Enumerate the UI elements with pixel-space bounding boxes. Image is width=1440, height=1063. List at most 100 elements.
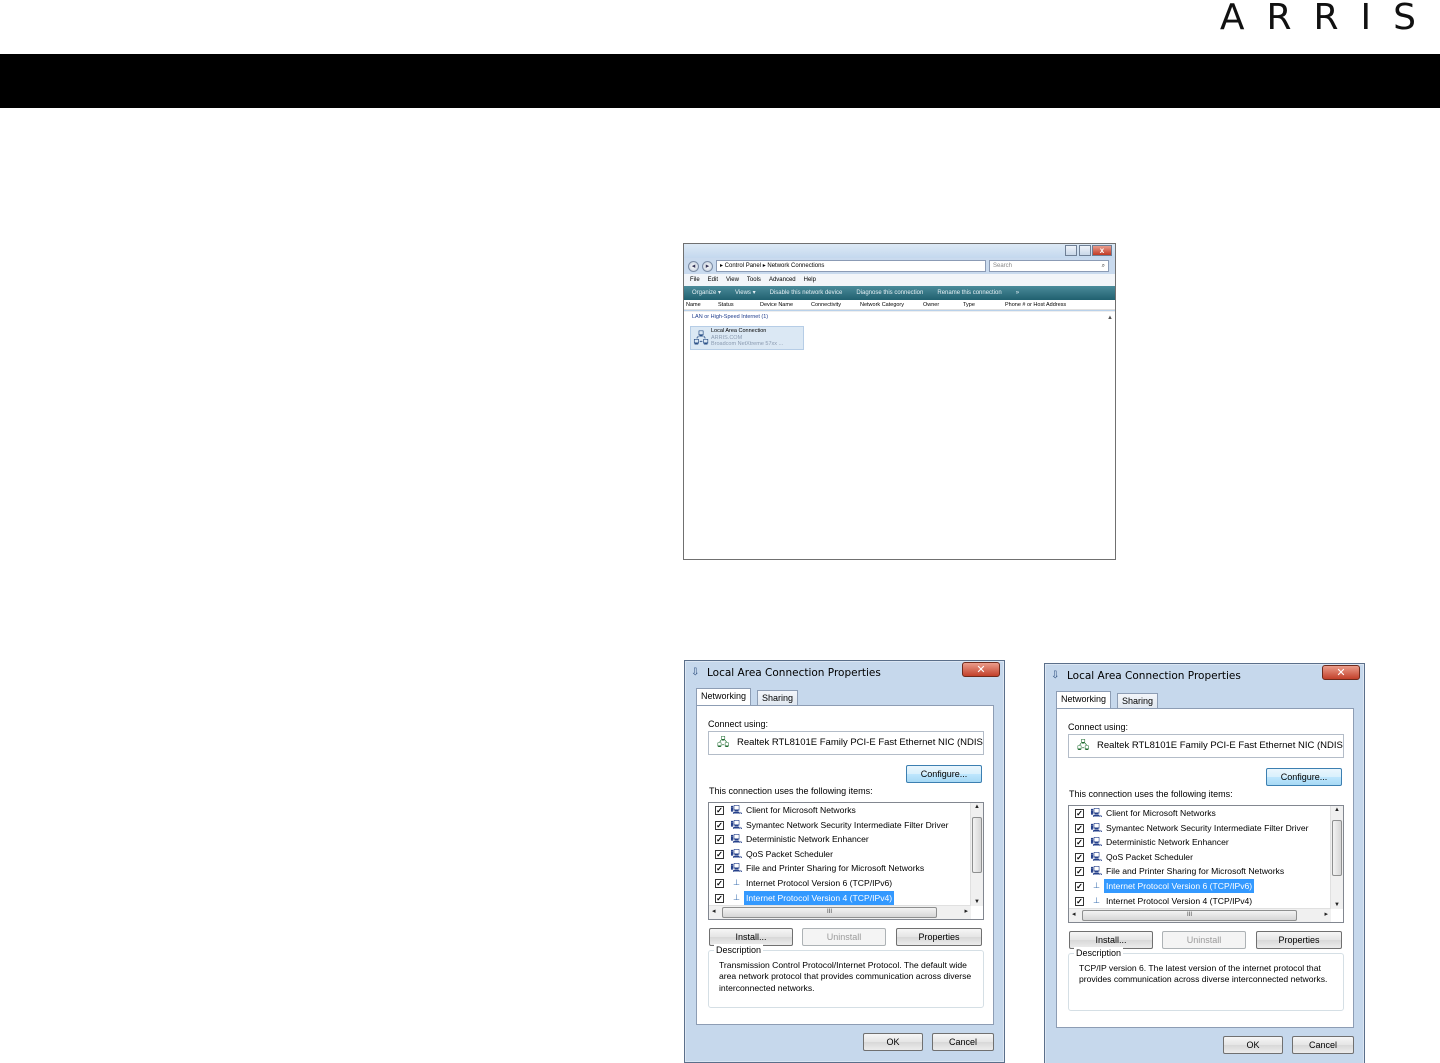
scroll-down-icon[interactable]: ▼ [1331,902,1343,908]
search-icon: ⌕ [1101,263,1105,269]
list-item[interactable]: ✓ 🖳 QoS Packet Scheduler [709,847,971,862]
properties-button[interactable]: Properties [1256,931,1342,949]
checkbox[interactable]: ✓ [715,893,724,903]
vertical-scrollbar[interactable]: ▲ ▼ [970,803,983,906]
scroll-left-icon[interactable]: ◂ [1072,910,1076,918]
close-button[interactable]: x [1092,245,1112,256]
checkbox[interactable]: ✓ [1075,882,1084,891]
checkbox[interactable]: ✓ [1075,867,1084,877]
menu-tools[interactable]: Tools [747,274,761,286]
scroll-up-icon[interactable]: ▲ [1331,807,1343,813]
back-icon[interactable]: ◂ [688,260,699,272]
networking-panel: Connect using: 🖧 Realtek RTL8101E Family… [1056,708,1354,1028]
cancel-button[interactable]: Cancel [932,1033,994,1051]
col-type[interactable]: Type [963,300,1005,309]
scroll-up-icon[interactable]: ▲ [971,804,983,810]
col-device-name[interactable]: Device Name [760,300,811,309]
scroll-thumb[interactable] [1332,820,1342,876]
scroll-right-icon[interactable]: ▸ [964,907,968,915]
rename-button[interactable]: Rename this connection [937,286,1001,300]
menu-file[interactable]: File [690,274,700,286]
checkbox[interactable]: ✓ [1075,896,1084,906]
cancel-button[interactable]: Cancel [1292,1036,1354,1054]
checkbox[interactable]: ✓ [715,820,724,830]
forward-icon[interactable]: ▸ [702,260,713,272]
list-item[interactable]: ✓ 🖳 File and Printer Sharing for Microsoft… [709,861,971,876]
checkbox[interactable]: ✓ [1075,838,1084,848]
col-phone-host[interactable]: Phone # or Host Address [1005,300,1095,309]
item-label: Internet Protocol Version 6 (TCP/IPv6) [1104,879,1255,893]
col-name[interactable]: Name [686,300,718,309]
network-service-icon: 🖳 [730,834,743,845]
checkbox[interactable]: ✓ [715,835,724,845]
local-area-connection-item[interactable]: 🖧 Local Area Connection ARRIS.COM Broadc… [690,326,804,350]
checkbox[interactable]: ✓ [715,879,724,888]
description-text: Transmission Control Protocol/Internet P… [719,960,972,993]
uninstall-button[interactable]: Uninstall [1162,931,1246,949]
tab-networking[interactable]: Networking [696,688,752,705]
col-connectivity[interactable]: Connectivity [811,300,860,309]
list-item[interactable]: ✓ 🖳 Symantec Network Security Intermediate… [709,818,971,833]
list-item[interactable]: ✓ ⊥ Internet Protocol Version 4 (TCP/IPv4) [1069,894,1331,909]
list-item[interactable]: ✓ ⊥ Internet Protocol Version 6 (TCP/IPv6) [709,876,971,891]
maximize-button[interactable] [1079,245,1091,256]
disable-device-button[interactable]: Disable this network device [770,286,843,300]
checkbox[interactable]: ✓ [1075,809,1084,818]
scroll-thumb[interactable]: III [1082,910,1297,921]
list-item-selected[interactable]: ✓ ⊥ Internet Protocol Version 4 (TCP/IPv4) [709,890,971,906]
uninstall-button[interactable]: Uninstall [802,928,886,946]
checkbox[interactable]: ✓ [715,864,724,874]
scroll-thumb[interactable] [972,817,982,873]
close-icon[interactable]: ✕ [962,662,1000,677]
views-button[interactable]: Views ▾ [735,286,756,300]
diagnose-button[interactable]: Diagnose this connection [856,286,923,300]
checkbox[interactable]: ✓ [1075,852,1084,862]
vertical-scrollbar[interactable]: ▲ ▼ [1330,806,1343,909]
list-item-selected[interactable]: ✓ ⊥ Internet Protocol Version 6 (TCP/IPv6) [1069,879,1331,894]
network-connection-icon: ⇩ [691,667,700,678]
item-label: Internet Protocol Version 4 (TCP/IPv4) [744,890,895,905]
description-label: Description [714,944,764,956]
list-item[interactable]: ✓ 🖳 Deterministic Network Enhancer [709,832,971,847]
minimize-button[interactable] [1065,245,1077,256]
list-item[interactable]: ✓ 🖳 Client for Microsoft Networks [1069,806,1331,821]
menu-view[interactable]: View [726,274,739,286]
network-connections-window: x ◂ ▸ ▸ Control Panel ▸ Network Connecti… [683,243,1116,560]
list-item[interactable]: ✓ 🖳 QoS Packet Scheduler [1069,850,1331,865]
col-owner[interactable]: Owner [923,300,963,309]
checkbox[interactable]: ✓ [715,806,724,815]
scroll-left-icon[interactable]: ◂ [712,907,716,915]
more-commands-button[interactable]: » [1016,286,1019,300]
col-status[interactable]: Status [718,300,760,309]
ok-button[interactable]: OK [863,1033,923,1051]
ok-button[interactable]: OK [1223,1036,1283,1054]
item-label: Symantec Network Security Intermediate F… [746,819,949,830]
menu-advanced[interactable]: Advanced [769,274,796,286]
checkbox[interactable]: ✓ [715,849,724,859]
items-list[interactable]: ✓ 🖳 Client for Microsoft Networks ✓ 🖳 Symant… [708,802,984,920]
col-network-category[interactable]: Network Category [860,300,923,309]
scroll-thumb[interactable]: III [722,907,937,918]
checkbox[interactable]: ✓ [1075,823,1084,833]
horizontal-scrollbar[interactable]: ◂ III ▸ [1069,908,1331,922]
properties-button[interactable]: Properties [896,928,982,946]
scroll-down-icon[interactable]: ▼ [971,899,983,905]
item-label: Internet Protocol Version 6 (TCP/IPv6) [746,878,893,888]
organize-button[interactable]: Organize ▾ [692,286,721,300]
list-item[interactable]: ✓ 🖳 File and Printer Sharing for Microsoft… [1069,864,1331,879]
list-item[interactable]: ✓ 🖳 Client for Microsoft Networks [709,803,971,818]
items-list[interactable]: ✓ 🖳 Client for Microsoft Networks ✓ 🖳 Symant… [1068,805,1344,923]
configure-button[interactable]: Configure... [906,765,982,783]
configure-button[interactable]: Configure... [1266,768,1342,786]
close-icon[interactable]: ✕ [1322,665,1360,680]
list-item[interactable]: ✓ 🖳 Deterministic Network Enhancer [1069,835,1331,850]
scroll-right-icon[interactable]: ▸ [1324,910,1328,918]
list-item[interactable]: ✓ 🖳 Symantec Network Security Intermediate… [1069,821,1331,836]
menu-edit[interactable]: Edit [708,274,718,286]
tab-networking[interactable]: Networking [1056,691,1112,708]
address-bar[interactable]: ▸ Control Panel ▸ Network Connections [716,260,986,272]
horizontal-scrollbar[interactable]: ◂ III ▸ [709,905,971,919]
search-input[interactable]: Search ⌕ [989,260,1109,272]
menu-help[interactable]: Help [804,274,816,286]
scroll-up-icon[interactable]: ▲ [1107,315,1113,321]
